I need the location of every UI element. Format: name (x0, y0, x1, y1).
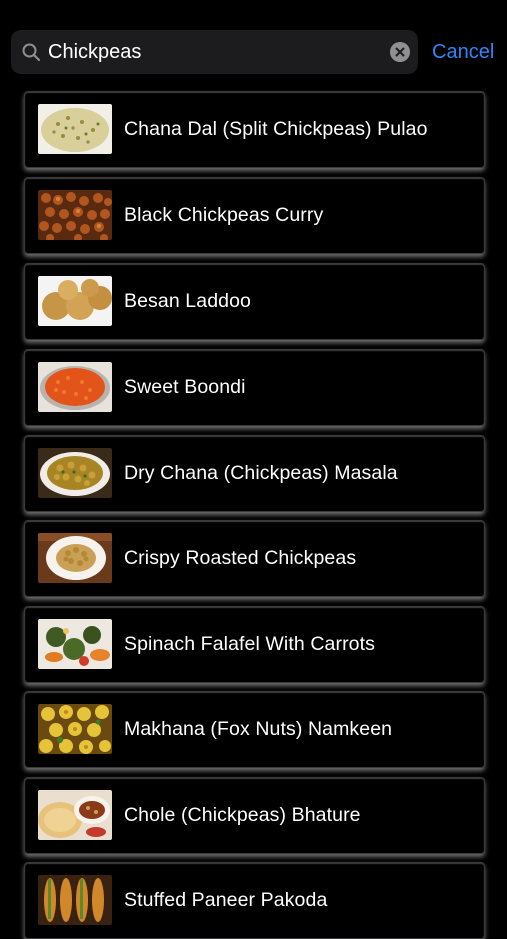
recipe-title: Spinach Falafel With Carrots (124, 633, 375, 655)
recipe-card[interactable]: Chole (Chickpeas) Bhature (24, 777, 485, 854)
cancel-button[interactable]: Cancel (432, 38, 494, 66)
recipe-thumbnail (38, 704, 112, 754)
recipe-card[interactable]: Sweet Boondi (24, 349, 485, 426)
clear-search-icon[interactable] (390, 42, 410, 62)
search-icon (22, 43, 41, 62)
recipe-card[interactable]: Black Chickpeas Curry (24, 177, 485, 254)
recipe-card[interactable]: Besan Laddoo (24, 263, 485, 340)
recipe-title: Sweet Boondi (124, 376, 246, 398)
recipe-card[interactable]: Stuffed Paneer Pakoda (24, 862, 485, 939)
recipe-thumbnail (38, 533, 112, 583)
recipe-thumbnail (38, 104, 112, 154)
recipe-title: Makhana (Fox Nuts) Namkeen (124, 718, 393, 740)
recipe-results-list[interactable]: Chana Dal (Split Chickpeas) Pulao Black … (0, 0, 507, 939)
recipe-thumbnail (38, 875, 112, 925)
recipe-thumbnail (38, 276, 112, 326)
recipe-thumbnail (38, 790, 112, 840)
recipe-card[interactable]: Dry Chana (Chickpeas) Masala (24, 435, 485, 512)
recipe-title: Crispy Roasted Chickpeas (124, 547, 357, 569)
recipe-title: Black Chickpeas Curry (124, 204, 324, 226)
recipe-thumbnail (38, 619, 112, 669)
recipe-title: Besan Laddoo (124, 290, 251, 312)
recipe-thumbnail (38, 190, 112, 240)
recipe-card[interactable]: Chana Dal (Split Chickpeas) Pulao (24, 91, 485, 168)
recipe-title: Dry Chana (Chickpeas) Masala (124, 462, 398, 484)
recipe-thumbnail (38, 362, 112, 412)
recipe-card[interactable]: Spinach Falafel With Carrots (24, 606, 485, 683)
search-bar[interactable] (11, 30, 418, 74)
search-input[interactable] (48, 30, 378, 74)
recipe-thumbnail (38, 448, 112, 498)
recipe-title: Stuffed Paneer Pakoda (124, 889, 328, 911)
recipe-title: Chole (Chickpeas) Bhature (124, 804, 361, 826)
recipe-title: Chana Dal (Split Chickpeas) Pulao (124, 118, 428, 140)
recipe-card[interactable]: Crispy Roasted Chickpeas (24, 520, 485, 597)
recipe-card[interactable]: Makhana (Fox Nuts) Namkeen (24, 691, 485, 768)
